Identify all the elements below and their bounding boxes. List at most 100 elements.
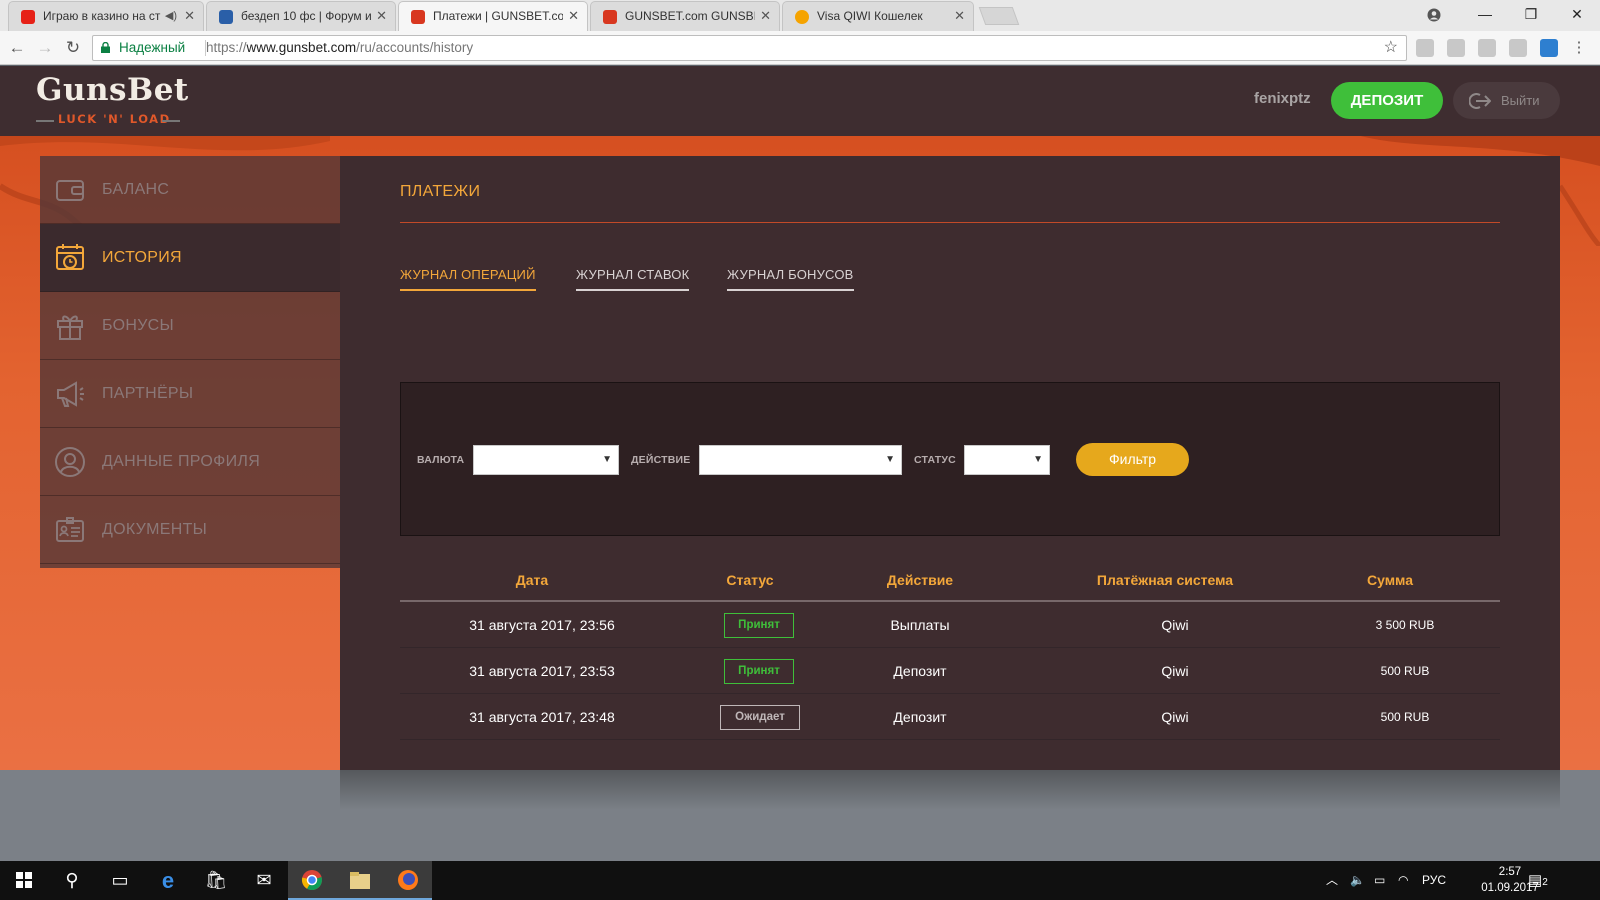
profile-icon[interactable] (1411, 0, 1457, 30)
wifi-icon[interactable]: ◠ (1398, 861, 1408, 900)
currency-select[interactable]: ▼ (473, 445, 619, 475)
action-label: ДЕЙСТВИЕ (631, 454, 691, 466)
new-tab-button[interactable] (978, 7, 1020, 25)
menu-kebab-icon[interactable]: ⋮ (1568, 37, 1590, 59)
filter-panel: ВАЛЮТА ▼ ДЕЙСТВИЕ ▼ СТАТУС ▼ Фильтр (400, 382, 1500, 536)
wallet-icon (56, 180, 84, 201)
browser-tab-forum[interactable]: бездеп 10 фс | Форум иг ✕ (206, 1, 396, 31)
back-icon[interactable]: ← (6, 37, 28, 59)
close-icon[interactable]: ✕ (954, 2, 965, 30)
payments-panel: ПЛАТЕЖИ ЖУРНАЛ ОПЕРАЦИЙ ЖУРНАЛ СТАВОК ЖУ… (340, 156, 1560, 770)
site-header: GunsBet LUCK 'N' LOAD fenixptz ДЕПОЗИТ В… (0, 66, 1600, 136)
tab-bets-log[interactable]: ЖУРНАЛ СТАВОК (576, 267, 690, 291)
sidebar-item-documents[interactable]: ДОКУМЕНТЫ (40, 496, 340, 564)
bookmark-star-icon[interactable]: ☆ (1384, 36, 1398, 60)
sidebar-item-partners[interactable]: ПАРТНЁРЫ (40, 360, 340, 428)
close-window-button[interactable]: ✕ (1554, 0, 1600, 30)
deposit-button[interactable]: ДЕПОЗИТ (1331, 82, 1443, 119)
dropdown-caret-icon: ▼ (1033, 454, 1043, 465)
secure-label: Надежный (119, 40, 186, 55)
store-icon[interactable]: 🛍 (192, 861, 240, 900)
task-view-icon[interactable]: ▭ (96, 861, 144, 900)
extension-icon[interactable] (1416, 39, 1434, 57)
lock-icon (101, 42, 110, 53)
close-icon[interactable]: ✕ (568, 2, 579, 30)
forum-icon (219, 10, 233, 24)
chrome-icon[interactable] (288, 861, 336, 900)
logout-icon (1469, 93, 1491, 109)
close-icon[interactable]: ✕ (760, 2, 771, 30)
username[interactable]: fenixptz (1254, 90, 1311, 107)
address-bar[interactable]: Надежный https://www.gunsbet.com/ru/acco… (92, 35, 1407, 61)
sidebar-item-balance[interactable]: БАЛАНС (40, 156, 340, 224)
search-icon[interactable]: ⚲ (48, 861, 96, 900)
tray-chevron-icon[interactable]: ︿ (1326, 861, 1338, 900)
user-icon (55, 447, 85, 477)
megaphone-icon (57, 381, 84, 407)
volume-icon[interactable]: 🔈 (1350, 861, 1365, 900)
action-cell: Депозит (893, 709, 947, 725)
date-cell: 31 августа 2017, 23:56 (469, 617, 615, 633)
windows-start-icon[interactable] (0, 861, 48, 900)
mail-icon[interactable]: ✉ (240, 861, 288, 900)
dropdown-caret-icon: ▼ (602, 454, 612, 465)
column-header-amount: Сумма (1366, 572, 1414, 588)
edge-icon[interactable]: e (144, 861, 192, 900)
tab-title: GUNSBET.com GUNSBET (625, 9, 755, 23)
tab-operations-log[interactable]: ЖУРНАЛ ОПЕРАЦИЙ (400, 267, 536, 291)
youtube-icon (21, 10, 35, 24)
payment-system-cell: Qiwi (1161, 617, 1189, 633)
action-select[interactable]: ▼ (699, 445, 902, 475)
notifications-icon[interactable]: ▤2 (1528, 861, 1548, 900)
extension-icon[interactable] (1509, 39, 1527, 57)
status-badge: Принят (724, 613, 794, 638)
amount-cell: 500 RUB (1380, 664, 1430, 678)
firefox-icon[interactable] (384, 861, 432, 900)
browser-tab-payments[interactable]: Платежи | GUNSBET.com ✕ (398, 1, 588, 31)
gunsbet-icon (411, 10, 425, 24)
date-cell: 31 августа 2017, 23:53 (469, 663, 615, 679)
browser-tab-youtube[interactable]: Играю в казино на ст ◀) ✕ (8, 1, 204, 31)
windows-taskbar: ⚲ ▭ e 🛍 ✉ ︿ 🔈 ▭ ◠ РУС 2:57 01.09.2017 ▤2 (0, 861, 1600, 900)
filter-button[interactable]: Фильтр (1076, 443, 1189, 476)
forward-icon[interactable]: → (34, 37, 56, 59)
reload-icon[interactable]: ↻ (62, 37, 84, 59)
logout-button[interactable]: Выйти (1453, 82, 1560, 119)
extension-icon[interactable] (1447, 39, 1465, 57)
column-header-payment-system: Платёжная система (1096, 572, 1234, 588)
sidebar-item-history[interactable]: ИСТОРИЯ (40, 224, 340, 292)
payment-system-cell: Qiwi (1161, 663, 1189, 679)
table-row: 31 августа 2017, 23:48 Ожидает Депозит Q… (400, 694, 1500, 740)
browser-tab-qiwi[interactable]: Visa QIWI Кошелек ✕ (782, 1, 974, 31)
tab-title: Платежи | GUNSBET.com (433, 9, 563, 23)
speaker-icon[interactable]: ◀) (165, 2, 177, 30)
browser-tab-gunsbet[interactable]: GUNSBET.com GUNSBET ✕ (590, 1, 780, 31)
status-badge: Принят (724, 659, 794, 684)
sidebar-item-bonuses[interactable]: БОНУСЫ (40, 292, 340, 360)
divider (400, 222, 1500, 223)
amount-cell: 500 RUB (1380, 710, 1430, 724)
date-cell: 31 августа 2017, 23:48 (469, 709, 615, 725)
battery-icon[interactable]: ▭ (1374, 861, 1385, 900)
minimize-button[interactable]: — (1462, 0, 1508, 30)
language-indicator[interactable]: РУС (1422, 861, 1446, 900)
browser-tab-bar: Играю в казино на ст ◀) ✕ бездеп 10 фс |… (0, 0, 1600, 31)
browser-toolbar: ← → ↻ Надежный https://www.gunsbet.com/r… (0, 31, 1600, 65)
table-row: 31 августа 2017, 23:53 Принят Депозит Qi… (400, 648, 1500, 694)
gunsbet-logo[interactable]: GunsBet LUCK 'N' LOAD (36, 72, 188, 132)
close-icon[interactable]: ✕ (376, 2, 387, 30)
payment-system-cell: Qiwi (1161, 709, 1189, 725)
status-select[interactable]: ▼ (964, 445, 1050, 475)
extension-icon[interactable] (1540, 39, 1558, 57)
extension-icon[interactable] (1478, 39, 1496, 57)
logout-label: Выйти (1501, 93, 1540, 108)
table-row: 31 августа 2017, 23:56 Принят Выплаты Qi… (400, 602, 1500, 648)
tab-title: Visa QIWI Кошелек (817, 9, 923, 23)
close-icon[interactable]: ✕ (184, 2, 195, 30)
tab-bonuses-log[interactable]: ЖУРНАЛ БОНУСОВ (727, 267, 854, 291)
restore-button[interactable]: ❐ (1508, 0, 1554, 30)
action-cell: Депозит (893, 663, 947, 679)
currency-label: ВАЛЮТА (417, 454, 465, 466)
sidebar-item-profile[interactable]: ДАННЫЕ ПРОФИЛЯ (40, 428, 340, 496)
folder-app-icon[interactable] (336, 861, 384, 900)
